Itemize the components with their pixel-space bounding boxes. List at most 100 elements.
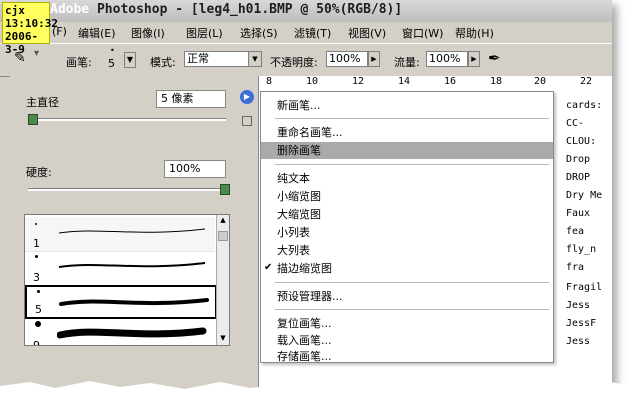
ruler-tick: 20	[534, 76, 547, 87]
list-item[interactable]: fea	[566, 226, 584, 237]
list-item[interactable]: fra	[566, 262, 584, 273]
menu-image[interactable]: 图像(I)	[131, 25, 165, 41]
scrollbar-thumb[interactable]	[218, 231, 228, 241]
brush-tip-icon	[37, 290, 40, 293]
title-adobe: Adobe	[50, 2, 90, 17]
menu-help[interactable]: 帮助(H)	[455, 25, 494, 41]
brush-size-value: 5	[108, 57, 115, 70]
menu-large-thumbnail[interactable]: 大缩览图	[261, 206, 553, 223]
brush-row[interactable]: 9	[25, 319, 215, 346]
list-item[interactable]: Faux	[566, 208, 590, 219]
brush-row[interactable]: 3	[25, 251, 215, 286]
menu-small-thumbnail[interactable]: 小缩览图	[261, 188, 553, 205]
list-item[interactable]: CC-	[566, 118, 584, 129]
brush-stroke-preview	[58, 228, 206, 234]
list-item[interactable]: Dry Me	[566, 190, 602, 201]
flow-arrow-button[interactable]: ▶	[468, 51, 480, 67]
flow-label: 流量:	[394, 56, 420, 69]
diameter-slider-thumb[interactable]	[28, 114, 38, 125]
panel-menu-arrow-icon[interactable]: ▶	[240, 90, 254, 104]
hardness-input[interactable]: 100%	[164, 160, 226, 178]
hardness-slider[interactable]	[28, 188, 226, 191]
menu-edit[interactable]: 编辑(E)	[78, 25, 116, 41]
brush-list-scrollbar[interactable]: ▲ ▼	[216, 215, 229, 345]
options-bar: ✎ ▾ 画笔: 5 • ▼ 模式: 正常 ▼ 不透明度: 100% ▶ 流量: …	[0, 43, 612, 77]
list-item[interactable]: CLOU:	[566, 136, 596, 147]
brush-dot-icon: •	[110, 46, 115, 55]
ruler-tick: 18	[490, 76, 503, 87]
brush-preset-panel: 主直径 5 像素 ▶ 硬度: 100% 1 3 5 9 ▲ ▼	[10, 76, 259, 390]
menu-window[interactable]: 窗口(W)	[402, 25, 443, 41]
list-item[interactable]: cards:	[566, 100, 602, 111]
chevron-down-icon[interactable]: ▼	[218, 334, 228, 344]
mode-label: 模式:	[150, 56, 176, 69]
photoshop-window: Adobe Photoshop - [leg4_h01.BMP @ 50%(RG…	[0, 0, 612, 390]
title-text: Photoshop - [leg4_h01.BMP @ 50%(RGB/8)]	[96, 2, 403, 17]
list-item[interactable]: Fragil	[566, 282, 602, 293]
menu-separator	[275, 118, 549, 119]
title-bar: Adobe Photoshop - [leg4_h01.BMP @ 50%(RG…	[0, 0, 612, 23]
menu-separator	[275, 282, 549, 283]
menu-large-list[interactable]: 大列表	[261, 242, 553, 259]
menu-rename-brush[interactable]: 重命名画笔...	[261, 124, 553, 141]
hardness-label: 硬度:	[26, 166, 52, 179]
airbrush-icon[interactable]: ✒	[488, 49, 501, 67]
opacity-input[interactable]: 100%	[326, 51, 368, 67]
brush-name-list: cards: CC- CLOU: Drop DROP Dry Me Faux f…	[566, 96, 612, 356]
horizontal-ruler: 8 10 12 14 16 18 20 22	[258, 76, 612, 91]
menu-layer[interactable]: 图层(L)	[186, 25, 223, 41]
brush-tip-icon	[35, 321, 41, 327]
list-item[interactable]: Jess	[566, 336, 590, 347]
ruler-tick: 12	[352, 76, 365, 87]
menu-reset-brushes[interactable]: 复位画笔...	[261, 315, 553, 332]
menu-view[interactable]: 视图(V)	[348, 25, 386, 41]
brush-tip-icon	[35, 255, 38, 258]
diameter-input[interactable]: 5 像素	[156, 90, 226, 108]
ruler-tick: 22	[580, 76, 593, 87]
chevron-down-icon[interactable]: ▼	[248, 51, 262, 67]
list-item[interactable]: DROP	[566, 172, 590, 183]
timestamp-stamp: cjx 13:10:32 2006-3-9	[2, 2, 58, 56]
opacity-label: 不透明度:	[270, 56, 318, 69]
brush-stroke-preview	[57, 327, 207, 339]
new-preset-icon[interactable]	[242, 116, 252, 126]
menu-delete-brush[interactable]: 删除画笔	[261, 142, 553, 159]
brush-size: 9	[33, 339, 40, 346]
brush-label: 画笔:	[66, 56, 92, 69]
window-title: Adobe Photoshop - [leg4_h01.BMP @ 50%(RG…	[50, 2, 402, 17]
opacity-arrow-button[interactable]: ▶	[368, 51, 380, 67]
list-item[interactable]: Jess	[566, 300, 590, 311]
menu-preset-manager[interactable]: 预设管理器...	[261, 288, 553, 305]
brush-stroke-preview	[58, 262, 206, 268]
diameter-label: 主直径	[26, 96, 59, 109]
brush-row-selected[interactable]: 5	[25, 285, 217, 319]
menu-separator	[275, 164, 549, 165]
torn-paper-edge	[0, 381, 632, 406]
list-item[interactable]: fly_n	[566, 244, 596, 255]
menu-load-brushes[interactable]: 载入画笔...	[261, 332, 553, 349]
brush-picker-button[interactable]: ▼	[124, 52, 136, 68]
menu-small-list[interactable]: 小列表	[261, 224, 553, 241]
chevron-up-icon[interactable]: ▲	[218, 216, 228, 226]
brush-size: 1	[33, 237, 40, 250]
brush-tip-icon	[35, 223, 37, 225]
stamp-user: cjx	[5, 4, 25, 17]
brush-size: 5	[35, 303, 42, 316]
menu-save-brushes[interactable]: 存储画笔...	[261, 348, 553, 362]
menu-text-only[interactable]: 纯文本	[261, 170, 553, 187]
menu-filter[interactable]: 滤镜(T)	[294, 25, 331, 41]
brush-panel-menu: 新画笔... 重命名画笔... 删除画笔 纯文本 小缩览图 大缩览图 小列表 大…	[260, 91, 554, 363]
menu-stroke-thumbnail[interactable]: 描边缩览图	[261, 260, 553, 277]
menu-separator	[275, 309, 549, 310]
menu-select[interactable]: 选择(S)	[240, 25, 278, 41]
ruler-tick: 16	[444, 76, 457, 87]
menu-stroke-thumbnail-row[interactable]: ✔ 描边缩览图	[261, 260, 553, 277]
diameter-slider[interactable]	[28, 118, 226, 121]
hardness-slider-thumb[interactable]	[220, 184, 230, 195]
list-item[interactable]: Drop	[566, 154, 590, 165]
ruler-tick: 8	[266, 76, 273, 87]
brush-row[interactable]: 1	[25, 217, 215, 252]
flow-input[interactable]: 100%	[426, 51, 468, 67]
menu-new-brush[interactable]: 新画笔...	[261, 97, 553, 114]
list-item[interactable]: JessF	[566, 318, 596, 329]
